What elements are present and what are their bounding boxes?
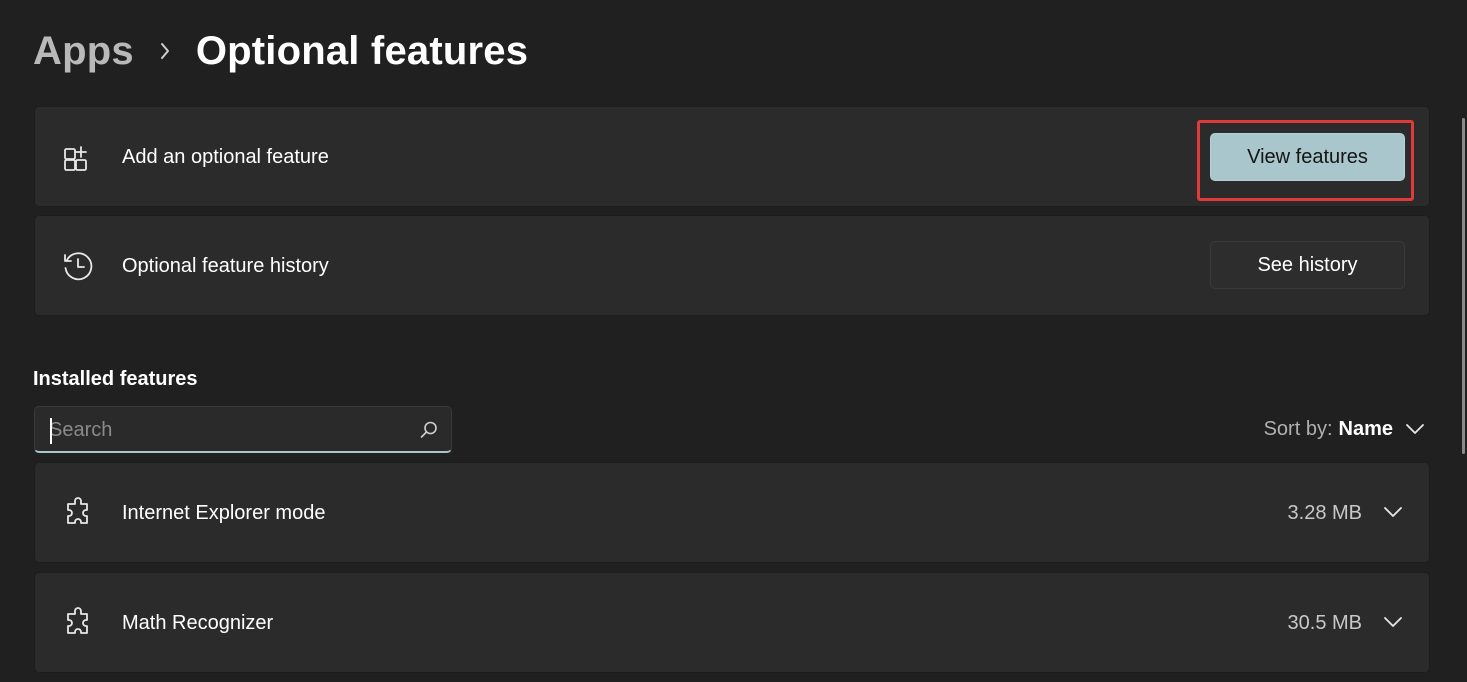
search-input[interactable] — [49, 415, 409, 445]
sort-dropdown[interactable]: Sort by: Name — [1264, 415, 1427, 443]
feature-row-math-recognizer[interactable]: Math Recognizer 30.5 MB — [34, 572, 1430, 673]
text-caret — [50, 418, 52, 444]
add-apps-icon — [61, 140, 95, 174]
view-features-button[interactable]: View features — [1210, 133, 1405, 181]
installed-features-heading: Installed features — [33, 368, 198, 390]
feature-row-internet-explorer-mode[interactable]: Internet Explorer mode 3.28 MB — [34, 462, 1430, 563]
feature-name: Math Recognizer — [122, 612, 274, 634]
feature-size: 3.28 MB — [1287, 502, 1362, 524]
search-icon[interactable] — [419, 420, 439, 440]
add-feature-card: Add an optional feature View features — [34, 106, 1430, 207]
scrollbar[interactable] — [1462, 118, 1465, 454]
puzzle-icon — [61, 606, 95, 640]
breadcrumb: Apps Optional features — [33, 26, 528, 76]
feature-history-label: Optional feature history — [122, 255, 329, 277]
search-box[interactable] — [34, 406, 452, 453]
add-feature-label: Add an optional feature — [122, 146, 329, 168]
chevron-right-icon — [134, 41, 196, 61]
puzzle-icon — [61, 496, 95, 530]
see-history-button[interactable]: See history — [1210, 241, 1405, 289]
feature-history-card: Optional feature history See history — [34, 215, 1430, 316]
breadcrumb-apps-link[interactable]: Apps — [33, 29, 134, 74]
chevron-down-icon[interactable] — [1405, 418, 1427, 440]
sort-label: Sort by: — [1263, 417, 1333, 440]
optional-features-page: Apps Optional features Add an optional f… — [0, 0, 1467, 682]
page-title: Optional features — [195, 28, 529, 73]
history-icon — [61, 249, 95, 283]
chevron-down-icon[interactable] — [1381, 610, 1405, 634]
feature-name: Internet Explorer mode — [122, 502, 326, 524]
feature-size: 30.5 MB — [1287, 612, 1362, 634]
sort-value[interactable]: Name — [1339, 418, 1393, 441]
chevron-down-icon[interactable] — [1381, 500, 1405, 524]
